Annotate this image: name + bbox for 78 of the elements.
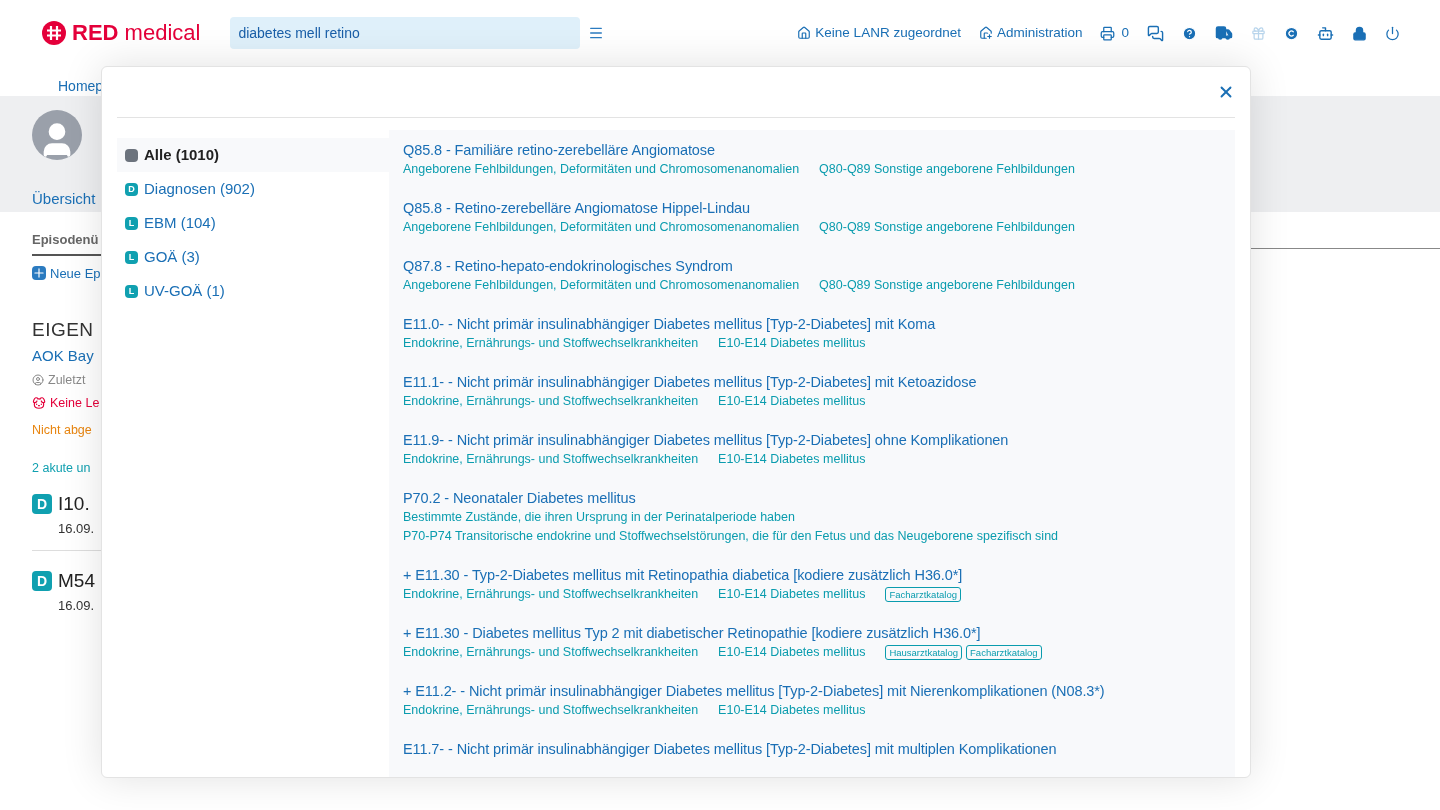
result-chapter: Bestimmte Zustände, die ihren Ursprung in der Perinatalperiode haben — [403, 509, 795, 526]
result-chapter: Endokrine, Ernährungs- und Stoffwechselkrankheiten — [403, 702, 699, 719]
plus-icon — [32, 266, 46, 281]
summary-text: 2 akute un — [32, 460, 91, 478]
result-group: E10-E14 Diabetes mellitus — [718, 334, 866, 353]
result-group: E10-E14 Diabetes mellitus — [718, 585, 866, 604]
category-item[interactable]: Alle (1010) — [117, 138, 389, 172]
category-item[interactable]: L EBM (104) — [117, 206, 389, 240]
search-field[interactable]: diabetes mell retino — [230, 17, 581, 49]
result-group: Q80-Q89 Sonstige angeborene Fehlbildungen — [819, 160, 1075, 179]
result-chapter: Angeborene Fehlbildungen, Deformitäten und Chromosomenanomalien — [403, 219, 800, 236]
house-icon — [978, 26, 993, 40]
result-title-link[interactable]: E11.7- - Nicht primär insulinabhängiger Diabetes mellitus [Typ-2-Diabetes] mit multiplen Komplikationen — [403, 739, 1231, 759]
result-chapter: Endokrine, Ernährungs- und Stoffwechselkrankheiten — [403, 644, 699, 661]
catalog-tag: Hausarztkatalog — [885, 645, 963, 660]
last-edited: Zuletzt — [32, 371, 86, 390]
result-group: E10-E14 Diabetes mellitus — [718, 450, 866, 469]
breadcrumb-link[interactable]: Homep — [58, 78, 104, 94]
chat-icon[interactable] — [1147, 24, 1164, 42]
category-badge: D — [125, 182, 138, 196]
copyright-icon[interactable] — [1284, 25, 1299, 41]
help-icon[interactable] — [1182, 25, 1197, 41]
header-link[interactable]: Keine LANR zugeordnet — [797, 22, 961, 44]
result-chapter: Endokrine, Ernährungs- und Stoffwechselkrankheiten — [403, 393, 699, 410]
avatar — [32, 110, 82, 160]
result-group: E10-E14 Diabetes mellitus — [718, 701, 866, 720]
result-chapter: Angeborene Fehlbildungen, Deformitäten und Chromosomenanomalien — [403, 277, 800, 294]
result-title-link[interactable]: + E11.30 - Typ-2-Diabetes mellitus mit Retinopathia diabetica [kodiere zusätzlich H36.0*] — [403, 565, 1231, 585]
result-title-link[interactable]: + E11.2- - Nicht primär insulinabhängiger Diabetes mellitus [Typ-2-Diabetes] mit Nierenkomplikationen (N08.3*) — [403, 681, 1231, 701]
category-badge: L — [125, 216, 138, 230]
dog-icon — [32, 396, 46, 411]
new-episode-link[interactable]: Neue Ep — [32, 263, 101, 283]
catalog-tag: Facharztkatalog — [966, 645, 1042, 660]
result-chapter: Angeborene Fehlbildungen, Deformitäten und Chromosomenanomalien — [403, 161, 800, 178]
category-item[interactable]: D Diagnosen (902) — [117, 172, 389, 206]
result-chapter: Endokrine, Ernährungs- und Stoffwechselkrankheiten — [403, 335, 699, 352]
hash-logo-icon — [42, 21, 66, 45]
result-group: Q80-Q89 Sonstige angeborene Fehlbildungen — [819, 218, 1075, 237]
user-icon — [32, 374, 44, 387]
diagnosis-code: I10. — [58, 492, 90, 516]
result-title-link[interactable]: E11.1- - Nicht primär insulinabhängiger Diabetes mellitus [Typ-2-Diabetes] mit Ketoazidose — [403, 372, 1231, 392]
category-badge: L — [125, 284, 138, 298]
result-chapter: Endokrine, Ernährungs- und Stoffwechselkrankheiten — [403, 586, 699, 603]
category-item[interactable]: L GOÄ (3) — [117, 240, 389, 274]
truck-icon[interactable] — [1215, 24, 1233, 42]
header-link[interactable]: Administration — [978, 22, 1083, 44]
status-text: Nicht abge — [32, 421, 92, 439]
result-chapter: Endokrine, Ernährungs- und Stoffwechselkrankheiten — [403, 451, 699, 468]
overview-tab[interactable]: Übersicht — [32, 188, 96, 211]
result-group: E10-E14 Diabetes mellitus — [718, 392, 866, 411]
menu-icon[interactable] — [588, 25, 605, 41]
category-item[interactable]: L UV-GOÄ (1) — [117, 274, 389, 308]
category-badge: L — [125, 250, 138, 264]
print-queue-button[interactable]: 0 — [1100, 22, 1129, 44]
warning-text: Keine Le — [32, 393, 100, 413]
logo-wordmark: RED medical — [72, 22, 201, 44]
diagnosis-date: 16.09. — [58, 596, 96, 615]
lock-icon[interactable] — [1352, 25, 1367, 41]
robot-icon[interactable] — [1317, 24, 1334, 42]
diagnosis-badge: D — [32, 571, 52, 592]
house-icon — [797, 26, 812, 40]
result-title-link[interactable]: E11.0- - Nicht primär insulinabhängiger Diabetes mellitus [Typ-2-Diabetes] mit Koma — [403, 314, 1231, 334]
result-group: P70-P74 Transitorische endokrine und Stoffwechselstörungen, die für den Fetus und das Neugeborene spezifisch sind — [403, 527, 1059, 546]
insurer-link[interactable]: AOK Bay — [32, 344, 94, 367]
diagnosis-date: 16.09. — [58, 519, 96, 538]
result-title-link[interactable]: Q85.8 - Familiäre retino-zerebelläre Angiomatose — [403, 140, 1231, 160]
diagnosis-code: M54 — [58, 569, 95, 593]
power-icon[interactable] — [1385, 25, 1400, 41]
result-group: Q80-Q89 Sonstige angeborene Fehlbildungen — [819, 276, 1075, 295]
result-title-link[interactable]: Q85.8 - Retino-zerebelläre Angiomatose Hippel-Lindau — [403, 198, 1231, 218]
result-title-link[interactable]: E11.9- - Nicht primär insulinabhängiger Diabetes mellitus [Typ-2-Diabetes] ohne Komplikationen — [403, 430, 1231, 450]
result-group: E10-E14 Diabetes mellitus — [718, 643, 866, 662]
result-title-link[interactable]: Q87.8 - Retino-hepato-endokrinologisches Syndrom — [403, 256, 1231, 276]
result-title-link[interactable]: + E11.30 - Diabetes mellitus Typ 2 mit diabetischer Retinopathie [kodiere zusätzlich H36.0*] — [403, 623, 1231, 643]
result-title-link[interactable]: P70.2 - Neonataler Diabetes mellitus — [403, 488, 1231, 508]
catalog-tag: Facharztkatalog — [885, 587, 961, 602]
insurance-type: EIGEN — [32, 318, 94, 342]
diagnosis-badge: D — [32, 494, 52, 515]
